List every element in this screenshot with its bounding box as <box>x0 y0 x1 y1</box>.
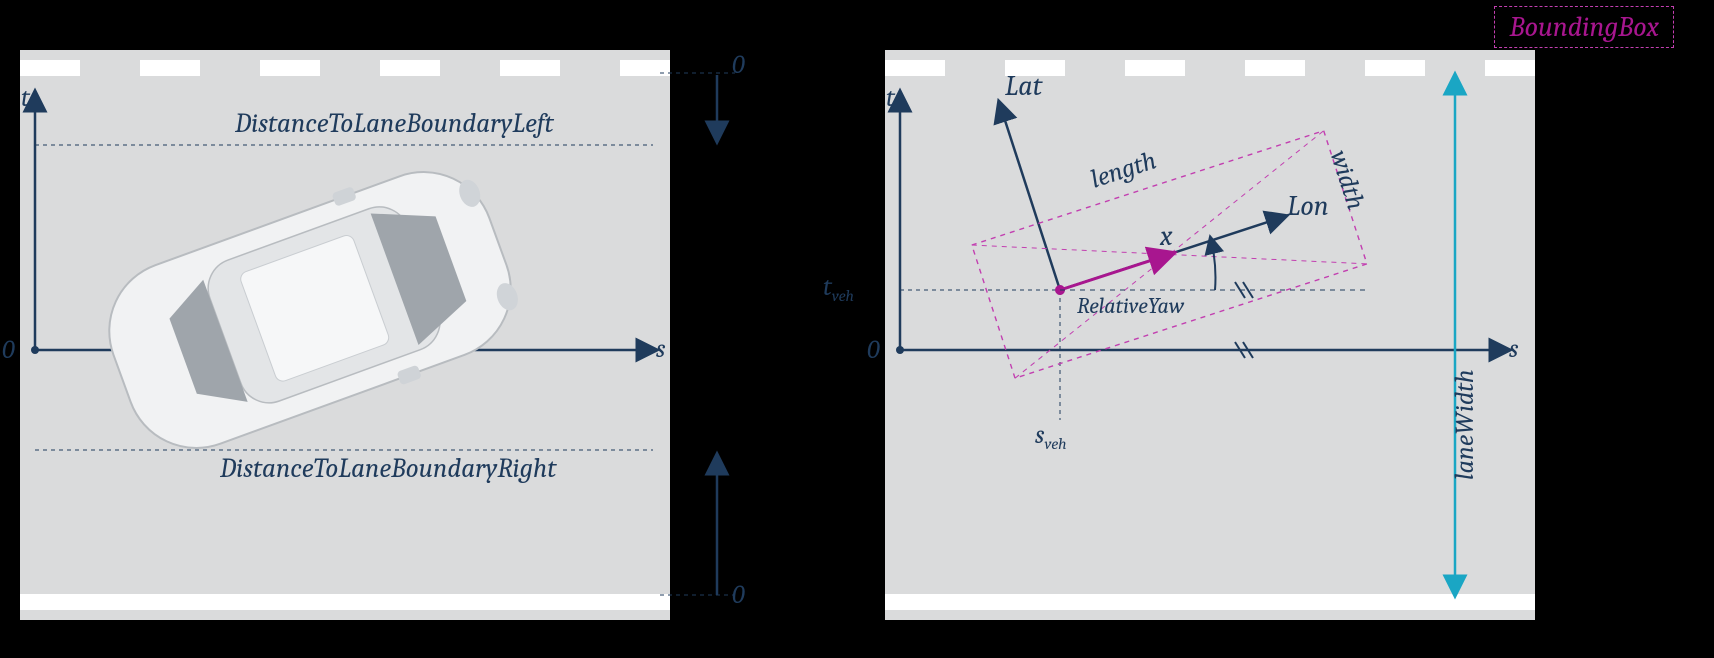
s-veh-label: sveh <box>1035 420 1067 453</box>
lat-label: Lat <box>1005 70 1042 102</box>
t-axis-label-r: t <box>886 83 895 113</box>
lane-width-label: laneWidth <box>1450 369 1480 480</box>
zero-top: 0 <box>732 50 745 80</box>
t-veh-label: tveh <box>823 272 854 305</box>
x-vector-label: x <box>1160 220 1173 252</box>
origin-label-r: 0 <box>867 335 880 365</box>
s-veh-sub: veh <box>1044 435 1066 453</box>
s-axis-label-r: s <box>1509 334 1518 364</box>
relative-yaw-label: RelativeYaw <box>1077 293 1184 319</box>
zero-bottom: 0 <box>732 580 745 610</box>
t-veh-sub: veh <box>832 287 854 305</box>
lon-label: Lon <box>1287 190 1329 222</box>
right-panel: 0 t s Lat Lon x length width RelativeYaw… <box>885 50 1535 620</box>
t-veh-t: t <box>823 272 832 302</box>
right-diagram-svg <box>885 50 1535 620</box>
